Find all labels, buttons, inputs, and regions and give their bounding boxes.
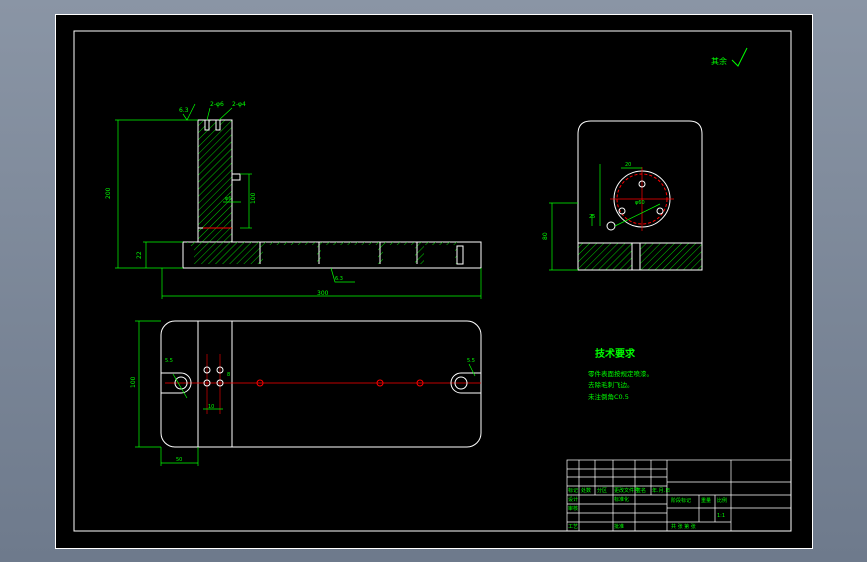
dim-thickness: 22 [136,251,143,259]
tech-item-2: 去除毛刺飞边。 [588,380,634,389]
technical-requirements: 技术要求 零件表面按规定喷漆。 去除毛刺飞边。 未注倒角C0.5 [588,347,653,401]
svg-text:共 张 第 张: 共 张 第 张 [671,523,696,530]
top-dim-width: 100 [130,376,137,388]
svg-text:工艺: 工艺 [568,524,578,530]
svg-text:分区: 分区 [597,487,607,494]
svg-text:批准: 批准 [614,523,624,530]
bottom-roughness: 6.3 [335,276,343,282]
svg-text:年.月.日: 年.月.日 [652,487,670,494]
dim-inner: 100 [250,192,257,204]
inner-border [73,30,792,532]
side-dim-small: 25 [589,214,595,220]
side-dim-height: 80 [542,232,549,240]
top-dim-hole: 5.5 [165,358,173,364]
svg-text:1:1: 1:1 [717,513,725,519]
cad-drawing: 其余 200 22 300 100 φ6 2-φ6 2-φ4 6.3 6.3 8… [55,14,813,549]
svg-text:签名: 签名 [636,487,646,494]
dim-length: 300 [317,290,329,297]
tech-title: 技术要求 [595,347,636,360]
side-view: 80 25 20 φ60 [542,120,703,271]
svg-text:比例: 比例 [717,497,727,504]
front-view: 200 22 300 100 φ6 2-φ6 2-φ4 6.3 6.3 [105,101,482,299]
drawing-sheet: 其余 200 22 300 100 φ6 2-φ6 2-φ4 6.3 6.3 8… [55,14,813,549]
top-dim-inner: 8 [227,372,230,378]
top-view: 100 50 5.5 5.5 10 8 [130,320,482,466]
svg-text:设计: 设计 [568,496,578,503]
svg-text:标记: 标记 [568,487,578,494]
svg-text:处数: 处数 [581,487,591,494]
side-dim-dia: φ60 [635,200,645,206]
side-roughness: 6.3 [179,107,189,114]
top-dim-hole-right: 5.5 [467,358,475,364]
plate-outline [160,320,482,448]
tech-item-1: 零件表面按规定喷漆。 [588,369,653,378]
svg-text:重量: 重量 [701,497,711,504]
top-dim-offset: 50 [176,457,182,463]
roughness-note: 其余 [711,47,748,67]
tech-item-3: 未注倒角C0.5 [588,392,629,401]
title-block [566,459,792,532]
column-section [197,119,233,229]
dim-small: φ6 [225,196,231,202]
note-top-1: 2-φ6 [210,101,224,108]
svg-text:标准化: 标准化 [614,496,629,503]
top-dim-bottom: 10 [208,404,214,410]
svg-text:审核: 审核 [568,505,578,512]
svg-text:其余: 其余 [711,56,727,66]
note-top-2: 2-φ4 [232,101,246,108]
title-block-text: 标记 处数 分区 更改文件号 签名 年.月.日 设计 审核 工艺 标准化 批准 … [568,487,727,530]
side-dim-top: 20 [625,162,631,168]
dim-height: 200 [105,187,112,199]
outer-border [55,14,813,549]
svg-text:阶段标记: 阶段标记 [671,497,691,504]
